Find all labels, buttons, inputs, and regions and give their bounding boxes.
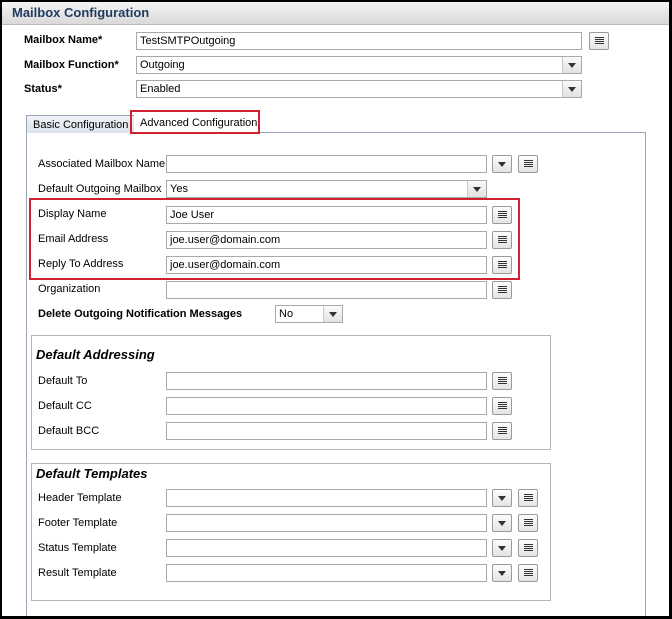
footer-template-label: Footer Template: [38, 517, 118, 529]
associated-mailbox-name-input[interactable]: [166, 155, 487, 173]
default-to-list-button[interactable]: [492, 372, 512, 390]
window-title: Mailbox Configuration: [12, 5, 150, 20]
status-value: Enabled: [140, 83, 181, 95]
advanced-tab-highlight: [130, 110, 260, 134]
default-to-input[interactable]: [166, 372, 487, 390]
default-to-label: Default To: [38, 375, 88, 387]
status-template-input[interactable]: [166, 539, 487, 557]
result-template-input[interactable]: [166, 564, 487, 582]
default-outgoing-mailbox-value: Yes: [170, 183, 188, 195]
mailbox-name-label: Mailbox Name*: [24, 34, 103, 46]
chevron-down-icon: [562, 81, 581, 97]
mailbox-name-input[interactable]: TestSMTPOutgoing: [136, 32, 582, 50]
status-label: Status*: [24, 83, 62, 95]
default-bcc-input[interactable]: [166, 422, 487, 440]
associated-mailbox-name-label: Associated Mailbox Name: [38, 158, 166, 170]
organization-input[interactable]: [166, 281, 487, 299]
default-cc-list-button[interactable]: [492, 397, 512, 415]
default-outgoing-mailbox-select[interactable]: Yes: [166, 180, 487, 198]
default-bcc-list-button[interactable]: [492, 422, 512, 440]
delete-outgoing-notification-label: Delete Outgoing Notification Messages: [38, 308, 243, 320]
status-template-list-button[interactable]: [518, 539, 538, 557]
default-cc-input[interactable]: [166, 397, 487, 415]
header-template-input[interactable]: [166, 489, 487, 507]
chevron-down-icon: [467, 181, 486, 197]
footer-template-dropdown-button[interactable]: [492, 514, 512, 532]
result-template-list-button[interactable]: [518, 564, 538, 582]
organization-list-button[interactable]: [492, 281, 512, 299]
default-outgoing-mailbox-label: Default Outgoing Mailbox: [38, 183, 162, 195]
default-addressing-title: Default Addressing: [36, 347, 155, 362]
status-select[interactable]: Enabled: [136, 80, 582, 98]
associated-mailbox-dropdown-button[interactable]: [492, 155, 512, 173]
result-template-label: Result Template: [38, 567, 117, 579]
mailbox-function-value: Outgoing: [140, 59, 185, 71]
organization-label: Organization: [38, 283, 101, 295]
delete-outgoing-notification-value: No: [279, 308, 294, 320]
chevron-down-icon: [323, 306, 342, 322]
sender-fields-highlight: [29, 198, 520, 280]
header-template-label: Header Template: [38, 492, 122, 504]
associated-mailbox-list-button[interactable]: [518, 155, 538, 173]
footer-template-input[interactable]: [166, 514, 487, 532]
footer-template-list-button[interactable]: [518, 514, 538, 532]
default-bcc-label: Default BCC: [38, 425, 100, 437]
delete-outgoing-notification-select[interactable]: No: [275, 305, 343, 323]
title-bar: Mailbox Configuration: [2, 2, 669, 25]
result-template-dropdown-button[interactable]: [492, 564, 512, 582]
status-template-dropdown-button[interactable]: [492, 539, 512, 557]
status-template-label: Status Template: [38, 542, 117, 554]
mailbox-configuration-window: Mailbox Configuration Mailbox Name* Test…: [2, 2, 669, 616]
tab-basic-configuration[interactable]: Basic Configuration: [26, 115, 136, 133]
default-cc-label: Default CC: [38, 400, 92, 412]
header-template-list-button[interactable]: [518, 489, 538, 507]
mailbox-name-list-button[interactable]: [589, 32, 609, 50]
mailbox-function-select[interactable]: Outgoing: [136, 56, 582, 74]
mailbox-function-label: Mailbox Function*: [24, 59, 119, 71]
default-templates-title: Default Templates: [36, 466, 148, 481]
chevron-down-icon: [562, 57, 581, 73]
header-template-dropdown-button[interactable]: [492, 489, 512, 507]
